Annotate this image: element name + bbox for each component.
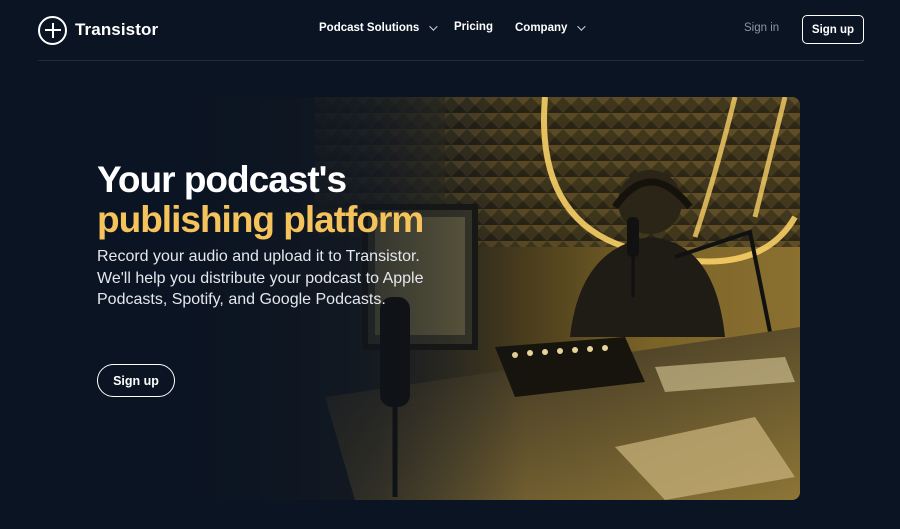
site-header: Transistor Podcast Solutions Pricing Com… xyxy=(0,0,900,60)
sign-in-link[interactable]: Sign in xyxy=(744,22,779,34)
nav-company-label: Company xyxy=(515,22,568,34)
header-sign-up-button[interactable]: Sign up xyxy=(802,15,864,44)
brand-name: Transistor xyxy=(75,20,159,39)
hero-title-line-1: Your podcast's xyxy=(97,159,347,200)
chevron-down-icon xyxy=(429,22,438,31)
header-divider xyxy=(38,60,864,61)
nav-pricing[interactable]: Pricing xyxy=(454,21,493,33)
hero-title-line-2: publishing platform xyxy=(97,199,424,240)
hero-subtitle: Record your audio and upload it to Trans… xyxy=(97,248,424,308)
hero-title: Your podcast's publishing platform xyxy=(97,159,424,240)
brand-logo[interactable]: Transistor xyxy=(38,15,158,45)
chevron-down-icon xyxy=(577,22,587,31)
nav-podcast-solutions[interactable]: Podcast Solutions xyxy=(319,22,438,34)
nav-company[interactable]: Company xyxy=(515,22,587,34)
nav-pricing-label: Pricing xyxy=(454,21,493,33)
transistor-logo-icon xyxy=(38,15,67,45)
nav-podcast-solutions-label: Podcast Solutions xyxy=(319,22,420,34)
hero-sign-up-button[interactable]: Sign up xyxy=(97,364,175,397)
